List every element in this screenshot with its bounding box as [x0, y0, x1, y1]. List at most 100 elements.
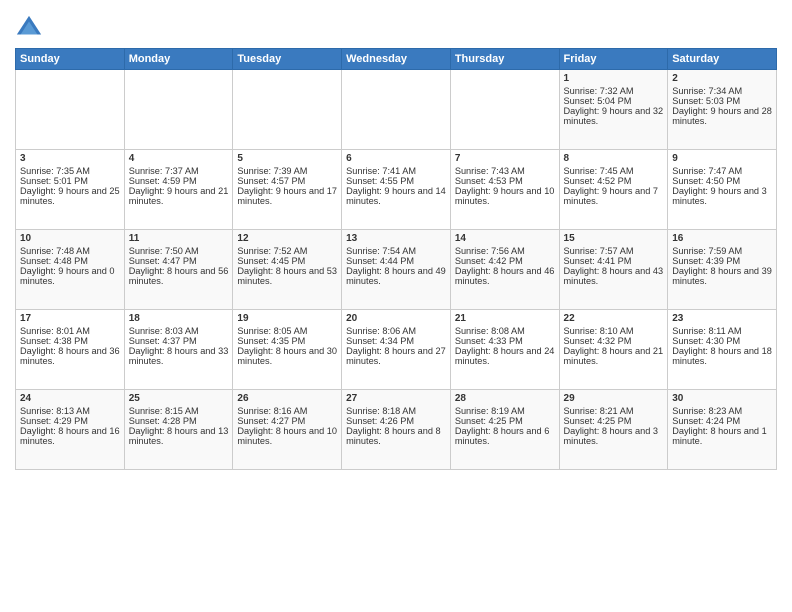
day-number: 13	[346, 233, 446, 244]
day-info: Daylight: 8 hours and 53 minutes.	[237, 266, 337, 286]
calendar-cell	[342, 70, 451, 150]
day-info: Sunset: 4:59 PM	[129, 176, 229, 186]
day-info: Sunset: 4:50 PM	[672, 176, 772, 186]
day-info: Daylight: 8 hours and 21 minutes.	[564, 346, 664, 366]
calendar-cell: 21Sunrise: 8:08 AMSunset: 4:33 PMDayligh…	[450, 310, 559, 390]
calendar-cell: 14Sunrise: 7:56 AMSunset: 4:42 PMDayligh…	[450, 230, 559, 310]
calendar-cell: 9Sunrise: 7:47 AMSunset: 4:50 PMDaylight…	[668, 150, 777, 230]
header-day: Sunday	[16, 49, 125, 70]
calendar-cell: 13Sunrise: 7:54 AMSunset: 4:44 PMDayligh…	[342, 230, 451, 310]
day-number: 7	[455, 153, 555, 164]
day-number: 2	[672, 73, 772, 84]
day-info: Sunrise: 7:59 AM	[672, 246, 772, 256]
day-info: Sunset: 4:52 PM	[564, 176, 664, 186]
day-info: Daylight: 8 hours and 18 minutes.	[672, 346, 772, 366]
day-info: Sunset: 4:45 PM	[237, 256, 337, 266]
day-info: Sunset: 4:34 PM	[346, 336, 446, 346]
day-info: Sunset: 4:53 PM	[455, 176, 555, 186]
header-row: SundayMondayTuesdayWednesdayThursdayFrid…	[16, 49, 777, 70]
day-number: 5	[237, 153, 337, 164]
header-day: Wednesday	[342, 49, 451, 70]
calendar-week-row: 17Sunrise: 8:01 AMSunset: 4:38 PMDayligh…	[16, 310, 777, 390]
day-info: Daylight: 9 hours and 7 minutes.	[564, 186, 664, 206]
day-info: Daylight: 8 hours and 8 minutes.	[346, 426, 446, 446]
day-info: Daylight: 8 hours and 46 minutes.	[455, 266, 555, 286]
day-info: Sunrise: 8:15 AM	[129, 406, 229, 416]
calendar-week-row: 3Sunrise: 7:35 AMSunset: 5:01 PMDaylight…	[16, 150, 777, 230]
calendar-cell	[16, 70, 125, 150]
day-number: 20	[346, 313, 446, 324]
day-number: 22	[564, 313, 664, 324]
day-info: Sunset: 4:28 PM	[129, 416, 229, 426]
calendar-cell: 16Sunrise: 7:59 AMSunset: 4:39 PMDayligh…	[668, 230, 777, 310]
day-info: Daylight: 8 hours and 27 minutes.	[346, 346, 446, 366]
calendar-cell: 7Sunrise: 7:43 AMSunset: 4:53 PMDaylight…	[450, 150, 559, 230]
calendar-week-row: 10Sunrise: 7:48 AMSunset: 4:48 PMDayligh…	[16, 230, 777, 310]
day-info: Sunset: 4:47 PM	[129, 256, 229, 266]
calendar-cell: 17Sunrise: 8:01 AMSunset: 4:38 PMDayligh…	[16, 310, 125, 390]
day-info: Sunrise: 8:21 AM	[564, 406, 664, 416]
day-info: Sunrise: 7:37 AM	[129, 166, 229, 176]
calendar-cell: 12Sunrise: 7:52 AMSunset: 4:45 PMDayligh…	[233, 230, 342, 310]
day-info: Sunset: 4:41 PM	[564, 256, 664, 266]
calendar-cell: 2Sunrise: 7:34 AMSunset: 5:03 PMDaylight…	[668, 70, 777, 150]
day-number: 28	[455, 393, 555, 404]
day-info: Sunrise: 7:45 AM	[564, 166, 664, 176]
day-info: Daylight: 8 hours and 1 minute.	[672, 426, 772, 446]
day-info: Sunrise: 8:19 AM	[455, 406, 555, 416]
day-info: Sunrise: 8:13 AM	[20, 406, 120, 416]
day-number: 26	[237, 393, 337, 404]
header	[15, 10, 777, 42]
day-info: Sunrise: 7:35 AM	[20, 166, 120, 176]
day-info: Sunrise: 7:56 AM	[455, 246, 555, 256]
day-info: Sunset: 4:33 PM	[455, 336, 555, 346]
day-info: Sunset: 4:37 PM	[129, 336, 229, 346]
day-info: Daylight: 8 hours and 56 minutes.	[129, 266, 229, 286]
calendar-cell: 11Sunrise: 7:50 AMSunset: 4:47 PMDayligh…	[124, 230, 233, 310]
day-info: Sunset: 4:57 PM	[237, 176, 337, 186]
day-number: 14	[455, 233, 555, 244]
calendar-week-row: 24Sunrise: 8:13 AMSunset: 4:29 PMDayligh…	[16, 390, 777, 470]
header-day: Tuesday	[233, 49, 342, 70]
day-info: Sunrise: 7:57 AM	[564, 246, 664, 256]
day-info: Daylight: 9 hours and 10 minutes.	[455, 186, 555, 206]
day-info: Sunset: 4:25 PM	[455, 416, 555, 426]
day-number: 12	[237, 233, 337, 244]
calendar-cell: 28Sunrise: 8:19 AMSunset: 4:25 PMDayligh…	[450, 390, 559, 470]
day-info: Sunset: 4:35 PM	[237, 336, 337, 346]
day-info: Sunset: 4:26 PM	[346, 416, 446, 426]
day-info: Daylight: 8 hours and 43 minutes.	[564, 266, 664, 286]
day-info: Sunrise: 8:01 AM	[20, 326, 120, 336]
day-info: Daylight: 9 hours and 25 minutes.	[20, 186, 120, 206]
day-info: Sunset: 4:27 PM	[237, 416, 337, 426]
day-info: Daylight: 9 hours and 28 minutes.	[672, 106, 772, 126]
calendar-cell: 24Sunrise: 8:13 AMSunset: 4:29 PMDayligh…	[16, 390, 125, 470]
day-info: Sunset: 4:44 PM	[346, 256, 446, 266]
calendar-cell: 6Sunrise: 7:41 AMSunset: 4:55 PMDaylight…	[342, 150, 451, 230]
day-info: Sunrise: 8:08 AM	[455, 326, 555, 336]
day-info: Sunset: 5:01 PM	[20, 176, 120, 186]
day-info: Sunrise: 8:06 AM	[346, 326, 446, 336]
day-info: Sunset: 5:04 PM	[564, 96, 664, 106]
calendar-cell: 20 Sunrise: 8:06 AMSunset: 4:34 PMDayligh…	[342, 310, 451, 390]
day-info: Daylight: 8 hours and 24 minutes.	[455, 346, 555, 366]
day-info: Sunrise: 7:47 AM	[672, 166, 772, 176]
day-info: Sunset: 4:38 PM	[20, 336, 120, 346]
calendar-cell: 23Sunrise: 8:11 AMSunset: 4:30 PMDayligh…	[668, 310, 777, 390]
day-info: Sunset: 4:48 PM	[20, 256, 120, 266]
day-info: Daylight: 8 hours and 39 minutes.	[672, 266, 772, 286]
calendar-cell: 4Sunrise: 7:37 AMSunset: 4:59 PMDaylight…	[124, 150, 233, 230]
day-number: 30	[672, 393, 772, 404]
day-info: Sunrise: 7:48 AM	[20, 246, 120, 256]
calendar-cell	[450, 70, 559, 150]
day-info: Sunrise: 8:10 AM	[564, 326, 664, 336]
day-info: Sunrise: 8:03 AM	[129, 326, 229, 336]
day-number: 29	[564, 393, 664, 404]
page-container: SundayMondayTuesdayWednesdayThursdayFrid…	[0, 0, 792, 478]
calendar-cell: 26Sunrise: 8:16 AMSunset: 4:27 PMDayligh…	[233, 390, 342, 470]
day-number: 27	[346, 393, 446, 404]
day-info: Sunset: 4:32 PM	[564, 336, 664, 346]
day-info: Daylight: 9 hours and 32 minutes.	[564, 106, 664, 126]
day-number: 16	[672, 233, 772, 244]
day-info: Daylight: 8 hours and 3 minutes.	[564, 426, 664, 446]
